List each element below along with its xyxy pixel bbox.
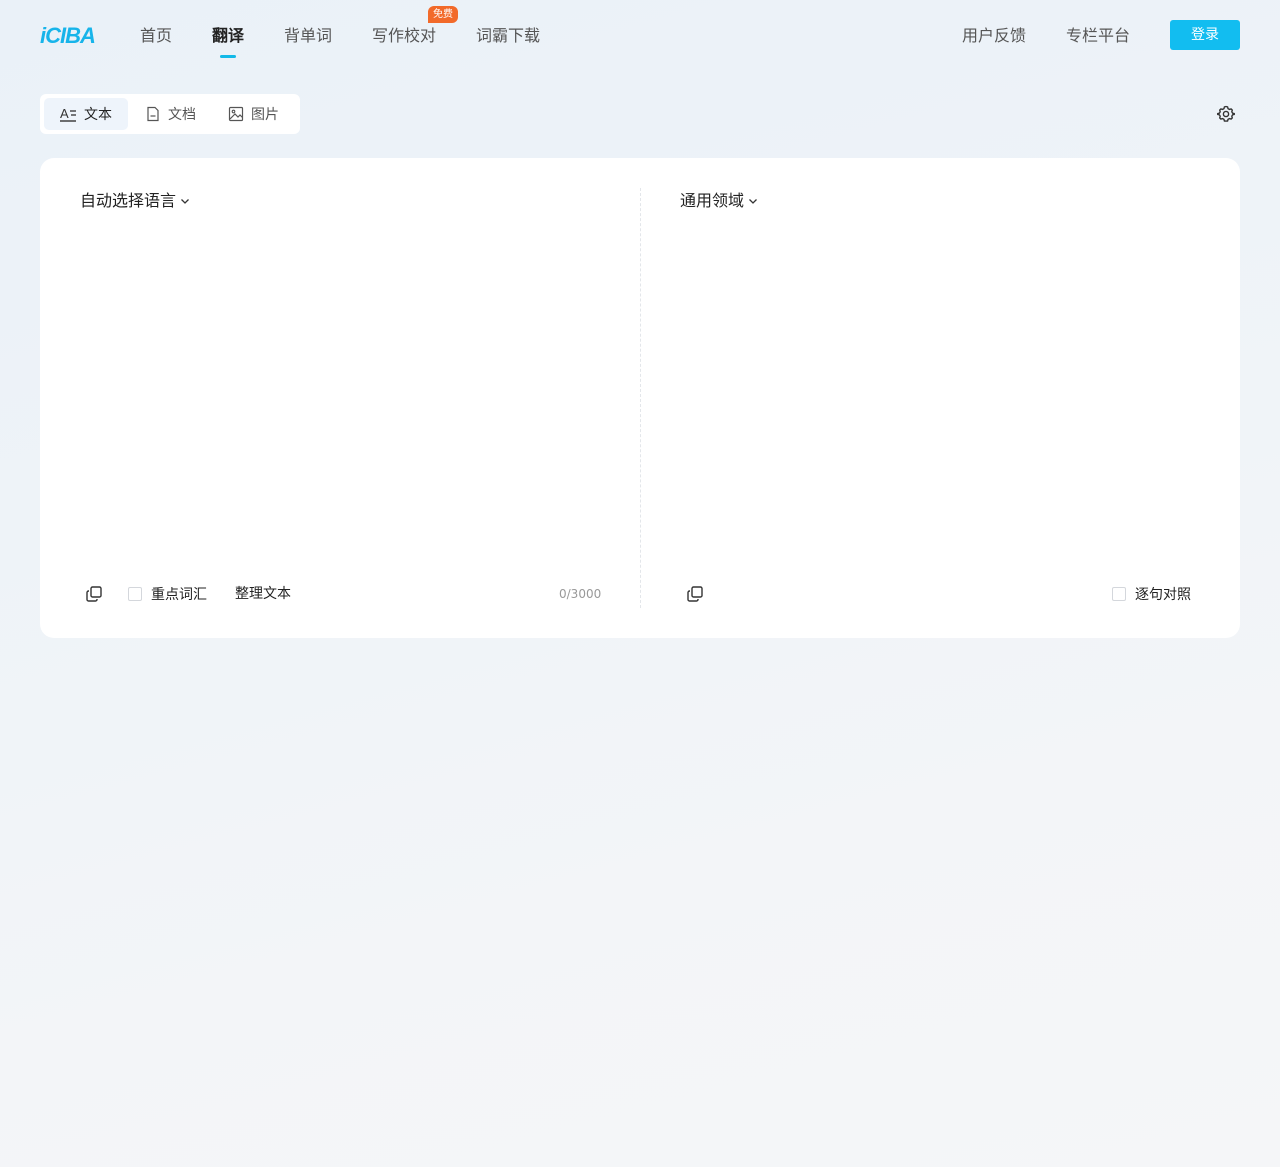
mode-tabs: A 文本 文档 图片 (40, 94, 300, 134)
sentence-compare-label: 逐句对照 (1135, 587, 1191, 603)
login-button[interactable]: 登录 (1170, 20, 1240, 50)
nav-item-translate-label: 翻译 (212, 26, 245, 45)
source-text-input[interactable] (80, 228, 600, 568)
tidy-text-button[interactable]: 整理文本 (235, 584, 291, 604)
iciba-logo[interactable]: iCIBA (40, 22, 96, 50)
tab-text[interactable]: A 文本 (44, 98, 128, 130)
key-vocab-checkbox[interactable]: 重点词汇 (128, 584, 207, 604)
domain-label: 通用领域 (680, 191, 745, 210)
nav-item-download[interactable]: 词霸下载 (476, 25, 540, 47)
nav-item-home[interactable]: 首页 (140, 25, 172, 47)
nav-item-translate[interactable]: 翻译 (212, 25, 245, 58)
chevron-down-icon (181, 199, 189, 204)
tab-text-label: 文本 (84, 107, 112, 123)
domain-select[interactable]: 通用领域 (680, 190, 758, 212)
nav-item-vocabulary[interactable]: 背单词 (284, 25, 332, 47)
key-vocab-checkbox-box[interactable] (128, 587, 142, 601)
panel-divider (640, 188, 641, 608)
char-counter: 0/3000 (559, 587, 602, 601)
free-badge: 免费 (428, 6, 458, 23)
source-language-label: 自动选择语言 (80, 191, 177, 210)
column-platform-link[interactable]: 专栏平台 (1066, 25, 1130, 47)
sentence-compare-checkbox[interactable]: 逐句对照 (1112, 584, 1191, 604)
text-format-icon: A (60, 106, 76, 122)
source-language-select[interactable]: 自动选择语言 (80, 190, 190, 212)
translation-panel: 自动选择语言 重点词汇 整理文本 0/3000 通用领域 逐句对照 (40, 158, 1240, 638)
tab-document-label: 文档 (168, 107, 196, 123)
chevron-down-icon (749, 199, 757, 204)
feedback-link[interactable]: 用户反馈 (962, 25, 1026, 47)
document-icon (147, 106, 159, 122)
sentence-compare-checkbox-box[interactable] (1112, 587, 1126, 601)
tab-image[interactable]: 图片 (227, 98, 279, 130)
tab-document[interactable]: 文档 (144, 98, 196, 130)
key-vocab-label: 重点词汇 (151, 587, 207, 603)
top-header: iCIBA 首页 翻译 背单词 写作校对 免费 词霸下载 用户反馈 专栏平台 登… (0, 0, 1280, 72)
gear-icon[interactable] (1216, 104, 1236, 124)
copy-icon[interactable] (685, 584, 705, 604)
svg-text:A: A (60, 106, 69, 121)
copy-icon[interactable] (84, 584, 104, 604)
tab-image-label: 图片 (251, 107, 279, 123)
active-nav-underline (220, 55, 236, 58)
translation-output (680, 228, 1200, 568)
nav-item-writing-check[interactable]: 写作校对 (372, 25, 436, 47)
image-icon (228, 106, 244, 122)
